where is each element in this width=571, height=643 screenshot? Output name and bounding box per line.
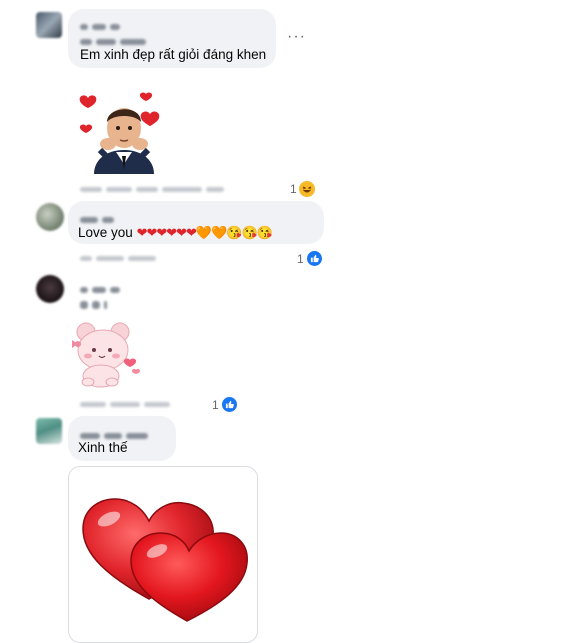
- pink-bear-sticker: [68, 320, 144, 388]
- haha-icon: [298, 181, 315, 197]
- comment-actions: [80, 185, 228, 193]
- commenter-avatar[interactable]: [36, 12, 62, 38]
- like-icon: [305, 250, 323, 267]
- reaction-summary[interactable]: 1: [290, 181, 315, 197]
- reaction-count: 1: [297, 251, 304, 266]
- comment-bubble: Love you ❤❤❤❤❤❤🧡🧡😘😘😘: [68, 201, 324, 244]
- comment-text: [80, 296, 111, 314]
- comment-text: Xinh thế: [78, 440, 128, 455]
- commenter-avatar[interactable]: [36, 275, 64, 303]
- reaction-count: 1: [212, 397, 219, 412]
- reaction-summary[interactable]: 1: [297, 250, 323, 267]
- bitmoji-man-with-hearts-sticker: [78, 86, 168, 178]
- commenter-avatar[interactable]: [36, 203, 64, 231]
- more-options-icon[interactable]: ···: [287, 28, 306, 46]
- reaction-count: 1: [290, 182, 297, 196]
- reaction-summary[interactable]: 1: [212, 396, 238, 413]
- comment-actions: [80, 254, 160, 262]
- like-icon: [220, 396, 238, 413]
- emoji-sequence: ❤❤❤❤❤❤🧡🧡😘😘😘: [136, 225, 273, 240]
- comment-bubble: Xinh thế: [68, 416, 176, 461]
- red-hearts-sticker: [68, 466, 258, 643]
- comment-bubble: Em xinh đẹp rất giỏi đáng khen: [68, 9, 276, 68]
- comment-text: Em xinh đẹp rất giỏi đáng khen: [80, 47, 267, 62]
- commenter-avatar[interactable]: [36, 418, 62, 444]
- comment-text: Love you ❤❤❤❤❤❤🧡🧡😘😘😘: [78, 225, 273, 240]
- comment-actions: [80, 400, 174, 408]
